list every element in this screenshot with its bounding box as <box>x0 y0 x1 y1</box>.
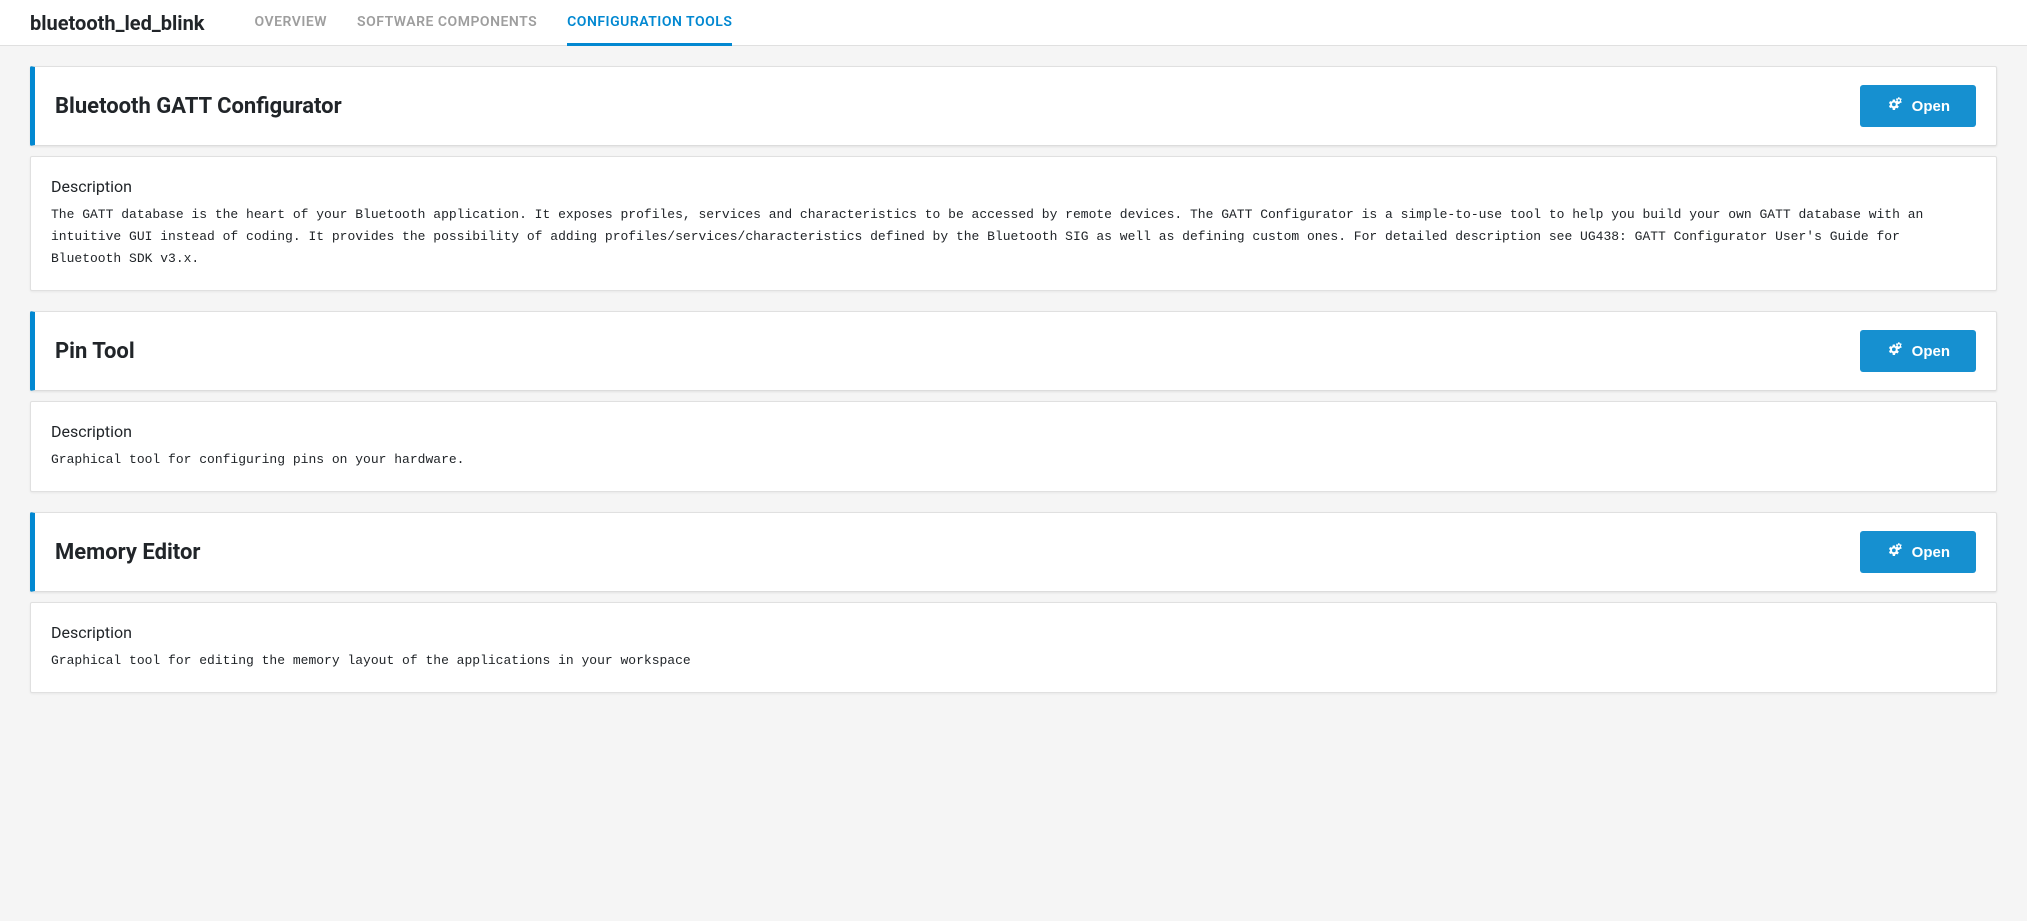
header-bar: bluetooth_led_blink OVERVIEW SOFTWARE CO… <box>0 0 2027 46</box>
gears-icon <box>1886 541 1904 563</box>
tool-section-memory-editor: Memory Editor Open Description Graphical… <box>30 512 1997 693</box>
open-button-label: Open <box>1912 343 1950 360</box>
gears-icon <box>1886 340 1904 362</box>
tool-header-card: Bluetooth GATT Configurator Open <box>30 66 1997 146</box>
tool-description-card: Description The GATT database is the hea… <box>30 156 1997 291</box>
open-button-bluetooth-gatt[interactable]: Open <box>1860 85 1976 127</box>
tabs: OVERVIEW SOFTWARE COMPONENTS CONFIGURATI… <box>254 0 732 45</box>
tool-section-pin-tool: Pin Tool Open Description Graphical tool… <box>30 311 1997 492</box>
tool-title: Bluetooth GATT Configurator <box>55 94 342 119</box>
description-label: Description <box>51 177 1976 196</box>
tab-configuration-tools[interactable]: CONFIGURATION TOOLS <box>567 1 732 46</box>
description-text: Graphical tool for editing the memory la… <box>51 650 1976 672</box>
gears-icon <box>1886 95 1904 117</box>
description-label: Description <box>51 422 1976 441</box>
description-text: Graphical tool for configuring pins on y… <box>51 449 1976 471</box>
tool-header-card: Pin Tool Open <box>30 311 1997 391</box>
tool-title: Memory Editor <box>55 540 200 565</box>
open-button-label: Open <box>1912 544 1950 561</box>
tab-overview[interactable]: OVERVIEW <box>254 1 327 46</box>
open-button-memory-editor[interactable]: Open <box>1860 531 1976 573</box>
tool-title: Pin Tool <box>55 339 135 364</box>
description-label: Description <box>51 623 1976 642</box>
tool-description-card: Description Graphical tool for editing t… <box>30 602 1997 693</box>
project-name: bluetooth_led_blink <box>30 11 204 35</box>
tab-software-components[interactable]: SOFTWARE COMPONENTS <box>357 1 537 46</box>
tool-section-bluetooth-gatt-configurator: Bluetooth GATT Configurator Open Descrip… <box>30 66 1997 291</box>
description-text: The GATT database is the heart of your B… <box>51 204 1976 270</box>
tool-header-card: Memory Editor Open <box>30 512 1997 592</box>
open-button-label: Open <box>1912 98 1950 115</box>
open-button-pin-tool[interactable]: Open <box>1860 330 1976 372</box>
tool-description-card: Description Graphical tool for configuri… <box>30 401 1997 492</box>
content: Bluetooth GATT Configurator Open Descrip… <box>0 46 2027 733</box>
